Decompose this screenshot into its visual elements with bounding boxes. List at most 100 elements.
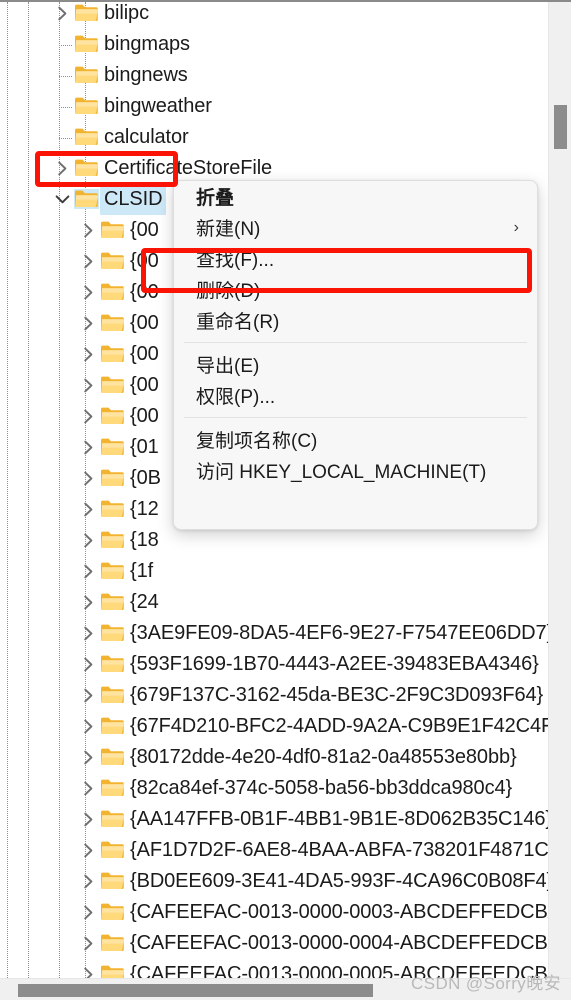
chevron-right-icon[interactable] bbox=[80, 215, 96, 246]
tree-item[interactable]: {CAFEEFAC-0013-0000-0004-ABCDEFFEDCBA} bbox=[0, 928, 548, 959]
tree-item-label: {82ca84ef-374c-5058-ba56-bb3ddca980c4} bbox=[130, 777, 513, 799]
tree-item-label: {593F1699-1B70-4443-A2EE-39483EBA4346} bbox=[130, 653, 539, 675]
folder-icon bbox=[100, 716, 125, 736]
tree-item[interactable]: {3AE9FE09-8DA5-4EF6-9E27-F7547EE06DD7} bbox=[0, 618, 548, 649]
folder-icon bbox=[100, 375, 125, 395]
chevron-right-icon[interactable] bbox=[80, 804, 96, 835]
folder-icon bbox=[74, 158, 99, 178]
vertical-scrollbar-thumb[interactable] bbox=[554, 105, 567, 149]
chevron-right-icon[interactable] bbox=[54, 2, 70, 29]
context-menu-separator bbox=[184, 342, 527, 343]
chevron-right-icon[interactable] bbox=[80, 928, 96, 959]
chevron-right-icon[interactable] bbox=[54, 153, 70, 184]
chevron-right-icon[interactable] bbox=[80, 339, 96, 370]
tree-item-label: {BD0EE609-3E41-4DA5-993F-4CA96C0B08F4} bbox=[130, 870, 548, 892]
context-menu-separator bbox=[184, 417, 527, 418]
tree-item[interactable]: bingmaps bbox=[0, 29, 548, 60]
context-menu-item[interactable]: 重命名(R) bbox=[174, 305, 537, 336]
context-menu-item[interactable]: 导出(E) bbox=[174, 349, 537, 380]
tree-item-label: {00 bbox=[130, 405, 159, 427]
folder-icon bbox=[100, 933, 125, 953]
context-menu-item[interactable]: 查找(F)... bbox=[174, 243, 537, 274]
chevron-right-icon[interactable] bbox=[80, 742, 96, 773]
tree-connector bbox=[59, 44, 72, 46]
tree-item-label: {00 bbox=[130, 281, 159, 303]
tree-item[interactable]: bingweather bbox=[0, 91, 548, 122]
tree-item-label: {01 bbox=[130, 436, 159, 458]
folder-icon bbox=[100, 220, 125, 240]
chevron-right-icon[interactable] bbox=[80, 959, 96, 978]
folder-icon bbox=[100, 654, 125, 674]
context-menu-item[interactable]: 删除(D) bbox=[174, 274, 537, 305]
tree-item-label: {00 bbox=[130, 374, 159, 396]
folder-icon bbox=[100, 468, 125, 488]
folder-icon bbox=[100, 406, 125, 426]
context-menu-item-label: 复制项名称(C) bbox=[196, 431, 318, 452]
folder-icon bbox=[100, 530, 125, 550]
chevron-right-icon[interactable] bbox=[80, 525, 96, 556]
folder-icon bbox=[100, 592, 125, 612]
tree-item-label: calculator bbox=[104, 126, 189, 148]
context-menu-item[interactable]: 复制项名称(C) bbox=[174, 424, 537, 455]
chevron-right-icon[interactable] bbox=[80, 494, 96, 525]
chevron-right-icon[interactable] bbox=[80, 866, 96, 897]
chevron-right-icon[interactable] bbox=[80, 835, 96, 866]
tree-item[interactable]: {679F137C-3162-45da-BE3C-2F9C3D093F64} bbox=[0, 680, 548, 711]
chevron-right-icon[interactable] bbox=[80, 370, 96, 401]
tree-item[interactable]: {80172dde-4e20-4df0-81a2-0a48553e80bb} bbox=[0, 742, 548, 773]
tree-item-label: {12 bbox=[130, 498, 159, 520]
tree-item-label: {24 bbox=[130, 591, 159, 613]
context-menu-item-label: 重命名(R) bbox=[196, 312, 280, 333]
chevron-right-icon[interactable] bbox=[80, 556, 96, 587]
chevron-right-icon[interactable] bbox=[80, 401, 96, 432]
tree-item[interactable]: {AF1D7D2F-6AE8-4BAA-ABFA-738201F4871C} bbox=[0, 835, 548, 866]
chevron-right-icon[interactable] bbox=[80, 773, 96, 804]
chevron-right-icon[interactable] bbox=[80, 463, 96, 494]
tree-item-label: {00 bbox=[130, 343, 159, 365]
chevron-right-icon[interactable] bbox=[80, 277, 96, 308]
context-menu-item-label: 查找(F)... bbox=[196, 250, 275, 271]
chevron-right-icon[interactable] bbox=[80, 432, 96, 463]
registry-editor-tree-pane: bilipc bingmaps bingnews bingweather calcula… bbox=[0, 0, 571, 1000]
tree-item[interactable]: {BD0EE609-3E41-4DA5-993F-4CA96C0B08F4} bbox=[0, 866, 548, 897]
context-menu-item[interactable]: 访问 HKEY_LOCAL_MACHINE(T) bbox=[174, 455, 537, 486]
vertical-scrollbar[interactable] bbox=[548, 2, 571, 978]
folder-icon bbox=[74, 65, 99, 85]
chevron-right-icon[interactable] bbox=[80, 649, 96, 680]
tree-item[interactable]: {82ca84ef-374c-5058-ba56-bb3ddca980c4} bbox=[0, 773, 548, 804]
tree-item[interactable]: calculator bbox=[0, 122, 548, 153]
folder-icon bbox=[100, 344, 125, 364]
chevron-right-icon[interactable] bbox=[80, 711, 96, 742]
folder-icon bbox=[100, 871, 125, 891]
folder-icon bbox=[100, 623, 125, 643]
tree-item[interactable]: {24 bbox=[0, 587, 548, 618]
chevron-down-icon[interactable] bbox=[54, 184, 70, 215]
tree-item[interactable]: bingnews bbox=[0, 60, 548, 91]
tree-item-label: {18 bbox=[130, 529, 159, 551]
tree-item[interactable]: {CAFEEFAC-0013-0000-0003-ABCDEFFEDCBA} bbox=[0, 897, 548, 928]
tree-item[interactable]: bilipc bbox=[0, 2, 548, 29]
context-menu-item[interactable]: 权限(P)... bbox=[174, 380, 537, 411]
tree-item[interactable]: {593F1699-1B70-4443-A2EE-39483EBA4346} bbox=[0, 649, 548, 680]
chevron-right-icon[interactable] bbox=[80, 897, 96, 928]
chevron-right-icon[interactable] bbox=[80, 308, 96, 339]
folder-icon bbox=[100, 902, 125, 922]
context-menu-item[interactable]: 折叠 bbox=[174, 181, 537, 212]
folder-icon bbox=[100, 437, 125, 457]
chevron-right-icon[interactable] bbox=[80, 680, 96, 711]
chevron-right-icon[interactable] bbox=[80, 587, 96, 618]
tree-item-label: {CAFEEFAC-0013-0000-0004-ABCDEFFEDCBA} bbox=[130, 932, 548, 954]
tree-item[interactable]: {1f bbox=[0, 556, 548, 587]
context-menu-item[interactable]: 新建(N) › bbox=[174, 212, 537, 243]
folder-icon bbox=[100, 499, 125, 519]
tree-item-label: CLSID bbox=[100, 184, 167, 215]
chevron-right-icon[interactable] bbox=[80, 246, 96, 277]
folder-icon bbox=[74, 127, 99, 147]
tree-item-label: bingmaps bbox=[104, 33, 190, 55]
tree-item-label: {00 bbox=[130, 312, 159, 334]
context-menu[interactable]: 折叠 新建(N) › 查找(F)... 删除(D) 重命名(R) 导出(E) 权限(P)...… bbox=[173, 180, 538, 530]
tree-item[interactable]: {AA147FFB-0B1F-4BB1-9B1E-8D062B35C146} bbox=[0, 804, 548, 835]
horizontal-scrollbar-thumb[interactable] bbox=[18, 984, 373, 997]
tree-item[interactable]: {67F4D210-BFC2-4ADD-9A2A-C9B9E1F42C4F} bbox=[0, 711, 548, 742]
chevron-right-icon[interactable] bbox=[80, 618, 96, 649]
